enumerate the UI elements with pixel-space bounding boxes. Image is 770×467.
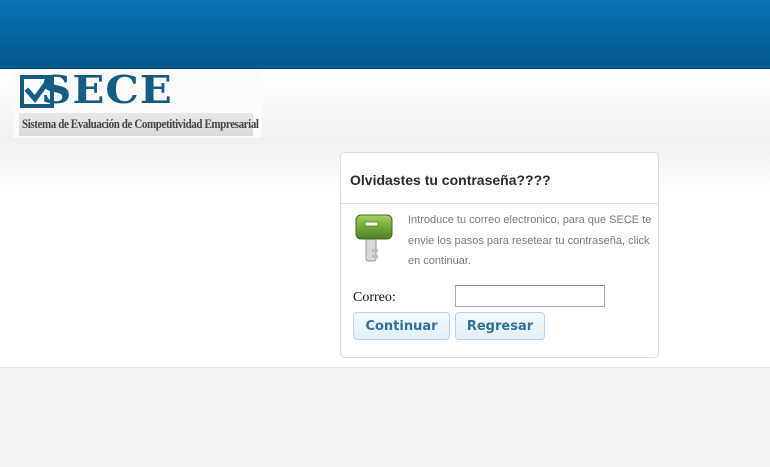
- key-icon: [354, 213, 394, 265]
- email-label: Correo:: [353, 290, 396, 305]
- logo-title: SECE: [41, 67, 173, 113]
- top-bar: [0, 0, 770, 69]
- panel-header: Olvidastes tu contraseña????: [341, 153, 658, 204]
- logo-subtitle: Sistema de Evaluación de Competitividad …: [22, 117, 259, 131]
- continue-button[interactable]: Continuar: [353, 312, 450, 340]
- panel-description: Introduce tu correo electronico, para qu…: [408, 214, 652, 267]
- sece-logo[interactable]: SECE Sistema de Evaluación de Competitiv…: [13, 67, 262, 138]
- forgot-password-panel: Olvidastes tu contraseña???? Introduce t…: [340, 152, 659, 358]
- back-button[interactable]: Regresar: [455, 312, 545, 340]
- panel-title: Olvidastes tu contraseña????: [350, 172, 551, 188]
- email-input[interactable]: [455, 285, 605, 307]
